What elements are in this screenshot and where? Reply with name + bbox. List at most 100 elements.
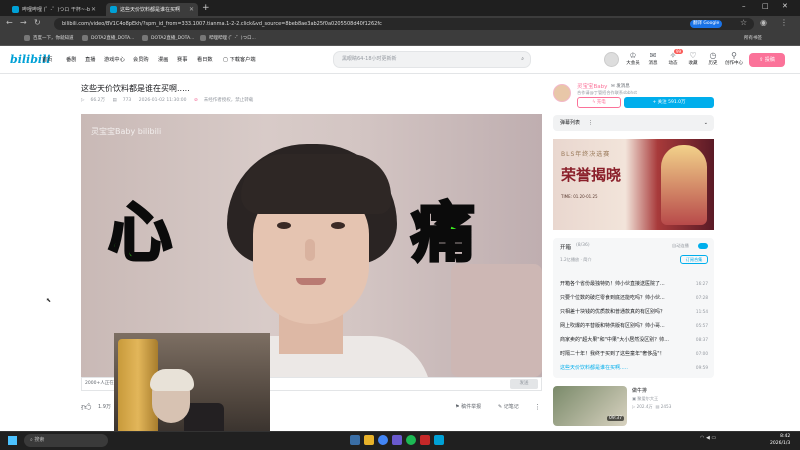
- close-tab-icon[interactable]: ✕: [189, 6, 194, 13]
- nav-download-client[interactable]: ▢ 下载客户端: [223, 56, 256, 64]
- new-tab-button[interactable]: +: [202, 3, 210, 13]
- close-window-button[interactable]: ✕: [782, 2, 788, 10]
- recommend-uploader[interactable]: ▣ 聚爱尔大王: [632, 396, 658, 402]
- favorite-icon: ♡: [689, 51, 697, 60]
- video-title: 这些天价饮料都是谁在买啊.....: [81, 84, 190, 93]
- chevron-down-icon[interactable]: ⌄: [704, 115, 708, 131]
- video-shelf: [451, 264, 542, 377]
- send-message-link[interactable]: ✉ 发消息: [611, 83, 630, 89]
- creator-icon: ⚲: [731, 51, 737, 60]
- webcam-person-hair: [150, 369, 194, 391]
- back-icon[interactable]: ←: [6, 18, 13, 28]
- nav-mall[interactable]: 会员购: [133, 56, 149, 64]
- nav-manga[interactable]: 漫画: [158, 56, 168, 64]
- bookmark-item[interactable]: 哔哩哔哩 (゜-゜)つロ...: [200, 34, 256, 44]
- notification-badge: 99: [674, 49, 684, 54]
- bilibili-favicon-icon: [110, 6, 117, 13]
- danmaku-list-toggle[interactable]: 弹幕列表 ⋮ ⌄: [553, 115, 714, 131]
- browser-tab[interactable]: 哔哩哔哩 (゜-゜)つロ 干杯~-b ✕: [8, 3, 100, 16]
- nav-esports[interactable]: 赛事: [177, 56, 187, 64]
- playlist-stats: 1.2亿播放 · 简介: [560, 257, 592, 262]
- nav-home[interactable]: 首页: [42, 56, 52, 64]
- playlist-item[interactable]: 开箱各个省份最独特奶！帅小伙直接送医院了... 16:27: [560, 278, 708, 290]
- taskbar-search[interactable]: ⌕ 搜索: [24, 434, 108, 447]
- taskbar-app-icon[interactable]: [350, 435, 360, 445]
- report-button[interactable]: ⚑ 稿件举报: [455, 402, 481, 412]
- nav-game-center[interactable]: 游戏中心: [104, 56, 125, 64]
- taskbar-app-icon[interactable]: [434, 435, 444, 445]
- taskbar-app-icon[interactable]: [392, 435, 402, 445]
- uploader-name[interactable]: 灵宝宝Baby: [577, 82, 607, 90]
- playlist-count: (8/36): [576, 243, 590, 248]
- follow-button[interactable]: + 关注 591.0万: [624, 97, 714, 108]
- recommend-stats: ▷ 202.4万 ▤ 2453: [632, 404, 672, 409]
- bookmark-item[interactable]: DOTA2直播_DOTA...: [142, 34, 194, 44]
- playlist-item[interactable]: 只相差十块钱的优质款和普通款真的有区别吗？ 11:54: [560, 306, 708, 318]
- taskbar-folder-icon[interactable]: [364, 435, 374, 445]
- like-count: 1.9万: [98, 404, 111, 410]
- system-tray[interactable]: ◠ ◀︎ ▭: [700, 435, 716, 441]
- maximize-button[interactable]: □: [762, 2, 769, 10]
- minimize-button[interactable]: –: [742, 2, 746, 10]
- browser-tab-active[interactable]: 这些天价饮料都是谁在买啊 ✕: [106, 3, 198, 16]
- search-input[interactable]: 黑眼睛64-18小时更新新 ⌕: [333, 51, 531, 68]
- close-tab-icon[interactable]: ✕: [91, 6, 96, 13]
- profile-icon[interactable]: ◉: [760, 18, 767, 28]
- google-translate-button[interactable]: 翻译 Google: [690, 20, 723, 28]
- header-creator[interactable]: ⚲ 创作中心: [722, 51, 746, 66]
- all-bookmarks[interactable]: 所有书签: [744, 34, 762, 44]
- header-history[interactable]: ◷ 历史: [704, 51, 722, 66]
- bookmark-item[interactable]: 百度一下，你就知道: [24, 34, 74, 44]
- taskbar-app-icon[interactable]: [406, 435, 416, 445]
- autoplay-label: 自动连播: [672, 243, 689, 248]
- windows-start-icon[interactable]: [8, 436, 17, 445]
- recommend-title[interactable]: 做牛排: [632, 387, 647, 394]
- video-person-eye: [331, 222, 345, 229]
- video-person-mouth: [296, 278, 326, 285]
- battery-icon[interactable]: ▭: [711, 435, 716, 441]
- header-favorite[interactable]: ♡ 收藏: [684, 51, 702, 66]
- taskbar-chrome-icon[interactable]: [378, 435, 388, 445]
- playlist-item[interactable]: 时隔二十年！我终于买到了这些童年"奢侈品"！ 07:00: [560, 348, 708, 360]
- taskbar-clock[interactable]: 8:42 2026/1/3: [770, 433, 790, 447]
- playlist-item[interactable]: 商家卖的"超大果"和"中果"大小居然没区别？帅... 08:37: [560, 334, 708, 346]
- nav-live[interactable]: 直播: [85, 56, 95, 64]
- note-button[interactable]: ✎ 记笔记: [498, 402, 519, 412]
- mouse-cursor-icon: ⬉: [46, 297, 52, 304]
- playlist-item[interactable]: 网上吹爆的平替版和特供版有区别吗？帅小哥... 05:57: [560, 320, 708, 332]
- menu-icon[interactable]: ⋮: [780, 18, 788, 28]
- header-vip[interactable]: ♔ 大会员: [624, 51, 642, 66]
- upload-button[interactable]: ⇪ 投稿: [749, 53, 785, 67]
- uploader-description: 合作请@丁管招合作联系sbbhst: [577, 90, 638, 95]
- settings-dots-icon[interactable]: ⋮: [588, 120, 593, 126]
- uploader-avatar[interactable]: [553, 84, 571, 102]
- header-message[interactable]: ✉ 消息: [644, 51, 662, 66]
- video-caption-right: 痛: [410, 197, 477, 271]
- taskbar-app-icon[interactable]: [420, 435, 430, 445]
- search-icon[interactable]: ⌕: [521, 52, 524, 67]
- like-icon[interactable]: 👍︎: [81, 401, 91, 413]
- volume-icon[interactable]: ◀︎: [706, 435, 710, 441]
- playlist-item[interactable]: 只要个位数的破烂零食到底还能吃吗？帅小伙... 07:28: [560, 292, 708, 304]
- video-watermark: 灵宝宝Baby bilibili: [91, 127, 162, 136]
- playlist-title: 开箱: [560, 245, 572, 251]
- star-icon[interactable]: ☆: [740, 18, 747, 28]
- subscribe-playlist-button[interactable]: 订阅合集: [680, 255, 708, 264]
- danmaku-send-button[interactable]: 发送: [510, 379, 538, 389]
- ad-time: TIME: 01.20-01.25: [561, 194, 598, 199]
- nav-anime[interactable]: 番剧: [66, 56, 76, 64]
- more-icon[interactable]: ⋮: [534, 402, 541, 412]
- charge-button[interactable]: ϟ 充电: [577, 97, 621, 108]
- nav-kanrishu[interactable]: 看日数: [197, 56, 213, 64]
- forward-icon[interactable]: →: [20, 18, 27, 28]
- bookmark-item[interactable]: DOTA2直播_DOTA...: [82, 34, 134, 44]
- url-input[interactable]: bilibili.com/video/BV1C4o8pEkh/?spm_id_f…: [54, 18, 754, 30]
- vip-icon: ♔: [629, 51, 637, 60]
- user-avatar[interactable]: [604, 52, 619, 67]
- reload-icon[interactable]: ↻: [34, 18, 41, 28]
- playlist-item-current[interactable]: 这些天价饮料都是谁在买啊..... 09:59: [560, 362, 708, 374]
- autoplay-toggle[interactable]: [698, 243, 708, 249]
- wifi-icon[interactable]: ◠: [700, 435, 704, 441]
- ad-banner[interactable]: BLS年终决选赛 荣誉揭晓 TIME: 01.20-01.25: [553, 139, 714, 230]
- video-person-eye: [277, 222, 291, 229]
